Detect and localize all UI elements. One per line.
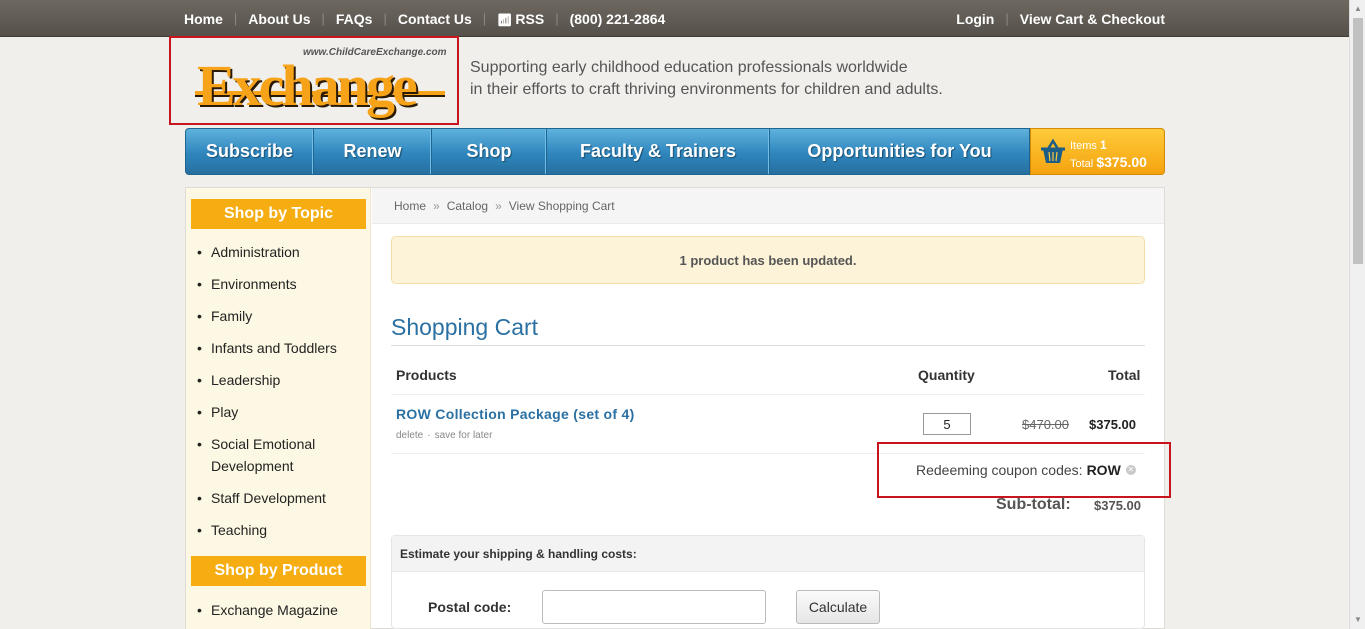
top-link-about[interactable]: About Us bbox=[248, 11, 310, 27]
sidebar-item-teaching[interactable]: Teaching bbox=[197, 519, 351, 541]
column-header-quantity: Quantity bbox=[918, 367, 975, 383]
divider bbox=[391, 394, 1145, 395]
tagline-line-2: in their efforts to craft thriving envir… bbox=[470, 81, 943, 98]
column-header-products: Products bbox=[396, 367, 457, 383]
coupon-label: Redeeming coupon codes: bbox=[916, 462, 1083, 478]
total-label: Total bbox=[1070, 158, 1094, 170]
sidebar-item-leadership[interactable]: Leadership bbox=[197, 369, 351, 391]
topic-list: Administration Environments Family Infan… bbox=[197, 241, 351, 541]
postal-code-input[interactable] bbox=[542, 590, 766, 624]
divider: | bbox=[321, 11, 325, 26]
scrollbar-thumb[interactable] bbox=[1353, 18, 1363, 264]
coupon-code: ROW bbox=[1086, 462, 1121, 478]
sidebar-item-administration[interactable]: Administration bbox=[197, 241, 351, 263]
sidebar-item-social-emotional[interactable]: Social Emotional Development bbox=[197, 433, 351, 477]
tagline: Supporting early childhood education pro… bbox=[470, 57, 943, 101]
nav-shop[interactable]: Shop bbox=[432, 129, 547, 174]
items-count: 1 bbox=[1099, 138, 1107, 152]
separator-dot: · bbox=[427, 430, 431, 441]
remove-coupon-icon[interactable]: ✕ bbox=[1125, 465, 1136, 475]
item-total-price: $375.00 bbox=[1089, 417, 1136, 432]
logo-highlight: www.ChildCareExchange.com Exchange bbox=[169, 36, 459, 125]
rss-label: RSS bbox=[515, 10, 545, 27]
scroll-up-icon[interactable]: ▲ bbox=[1353, 4, 1363, 14]
subtotal-value: $375.00 bbox=[1094, 498, 1141, 513]
page-scrollbar[interactable]: ▲ ▼ bbox=[1349, 0, 1365, 629]
tagline-line-1: Supporting early childhood education pro… bbox=[470, 59, 908, 76]
cart-summary[interactable]: Items 1 Total $375.00 bbox=[1030, 128, 1165, 175]
status-message: 1 product has been updated. bbox=[391, 236, 1145, 284]
product-actions: delete · save for later bbox=[396, 430, 492, 441]
sidebar-item-family[interactable]: Family bbox=[197, 305, 351, 327]
total-value: $375.00 bbox=[1096, 154, 1147, 170]
top-link-home[interactable]: Home bbox=[184, 11, 223, 27]
sidebar: Shop by Topic Administration Environment… bbox=[186, 188, 371, 629]
main-nav: Subscribe Renew Shop Faculty & Trainers … bbox=[185, 128, 1030, 175]
breadcrumb-separator: » bbox=[433, 198, 440, 213]
login-link[interactable]: Login bbox=[956, 11, 994, 27]
breadcrumb-home[interactable]: Home bbox=[394, 199, 426, 213]
page-title: Shopping Cart bbox=[391, 314, 539, 340]
sidebar-item-environments[interactable]: Environments bbox=[197, 273, 351, 295]
divider: | bbox=[383, 11, 387, 26]
coupon-line: Redeeming coupon codes: ROW ✕ bbox=[916, 462, 1136, 478]
divider bbox=[391, 345, 1145, 346]
divider: | bbox=[555, 11, 559, 26]
sidebar-item-infants-toddlers[interactable]: Infants and Toddlers bbox=[197, 337, 351, 359]
nav-faculty-trainers[interactable]: Faculty & Trainers bbox=[547, 129, 770, 174]
exchange-logo[interactable]: www.ChildCareExchange.com Exchange bbox=[195, 46, 455, 118]
shop-by-topic-heading: Shop by Topic bbox=[191, 199, 366, 229]
postal-code-label: Postal code: bbox=[428, 599, 512, 615]
product-list: Exchange Magazine bbox=[197, 599, 351, 621]
divider: | bbox=[1005, 11, 1009, 26]
save-for-later-link[interactable]: save for later bbox=[435, 430, 493, 441]
cart-items-count: Items 1 bbox=[1070, 138, 1107, 152]
logo-word: Exchange bbox=[197, 53, 418, 118]
top-bar: Home | About Us | FAQs | Contact Us | 📶︎… bbox=[0, 0, 1349, 37]
view-cart-link[interactable]: View Cart & Checkout bbox=[1020, 11, 1165, 27]
quantity-input[interactable] bbox=[923, 413, 971, 435]
rss-icon: 📶︎ bbox=[497, 12, 513, 27]
divider: | bbox=[482, 11, 487, 26]
nav-opportunities[interactable]: Opportunities for You bbox=[770, 129, 1029, 174]
basket-icon bbox=[1041, 138, 1065, 163]
shop-by-product-heading: Shop by Product bbox=[191, 556, 366, 586]
breadcrumb-separator: » bbox=[495, 198, 502, 213]
sidebar-item-play[interactable]: Play bbox=[197, 401, 351, 423]
calculate-button[interactable]: Calculate bbox=[796, 590, 880, 624]
divider: | bbox=[233, 11, 238, 26]
top-link-phone[interactable]: (800) 221-2864 bbox=[570, 11, 666, 27]
scroll-down-icon[interactable]: ▼ bbox=[1353, 615, 1363, 625]
top-right-links: Login | View Cart & Checkout bbox=[956, 0, 1165, 37]
delete-link[interactable]: delete bbox=[396, 430, 423, 441]
sidebar-item-staff-development[interactable]: Staff Development bbox=[197, 487, 351, 509]
sidebar-item-exchange-magazine[interactable]: Exchange Magazine bbox=[197, 599, 351, 621]
cart-total: Total $375.00 bbox=[1070, 154, 1147, 170]
top-link-rss[interactable]: 📶︎ RSS bbox=[497, 11, 544, 27]
top-link-contact[interactable]: Contact Us bbox=[398, 11, 472, 27]
items-label: Items bbox=[1070, 140, 1097, 152]
nav-renew[interactable]: Renew bbox=[314, 129, 432, 174]
subtotal-label: Sub-total: bbox=[996, 496, 1071, 513]
shipping-heading: Estimate your shipping & handling costs: bbox=[392, 536, 1144, 572]
product-name-link[interactable]: ROW Collection Package (set of 4) bbox=[396, 406, 635, 422]
nav-subscribe[interactable]: Subscribe bbox=[186, 129, 314, 174]
breadcrumb-catalog[interactable]: Catalog bbox=[447, 199, 488, 213]
original-price: $470.00 bbox=[1022, 417, 1069, 432]
column-header-total: Total bbox=[1108, 367, 1141, 383]
top-links: Home | About Us | FAQs | Contact Us | 📶︎… bbox=[184, 0, 665, 37]
top-link-faqs[interactable]: FAQs bbox=[336, 11, 373, 27]
breadcrumb-current: View Shopping Cart bbox=[508, 198, 615, 213]
breadcrumb: Home » Catalog » View Shopping Cart bbox=[372, 188, 1164, 224]
